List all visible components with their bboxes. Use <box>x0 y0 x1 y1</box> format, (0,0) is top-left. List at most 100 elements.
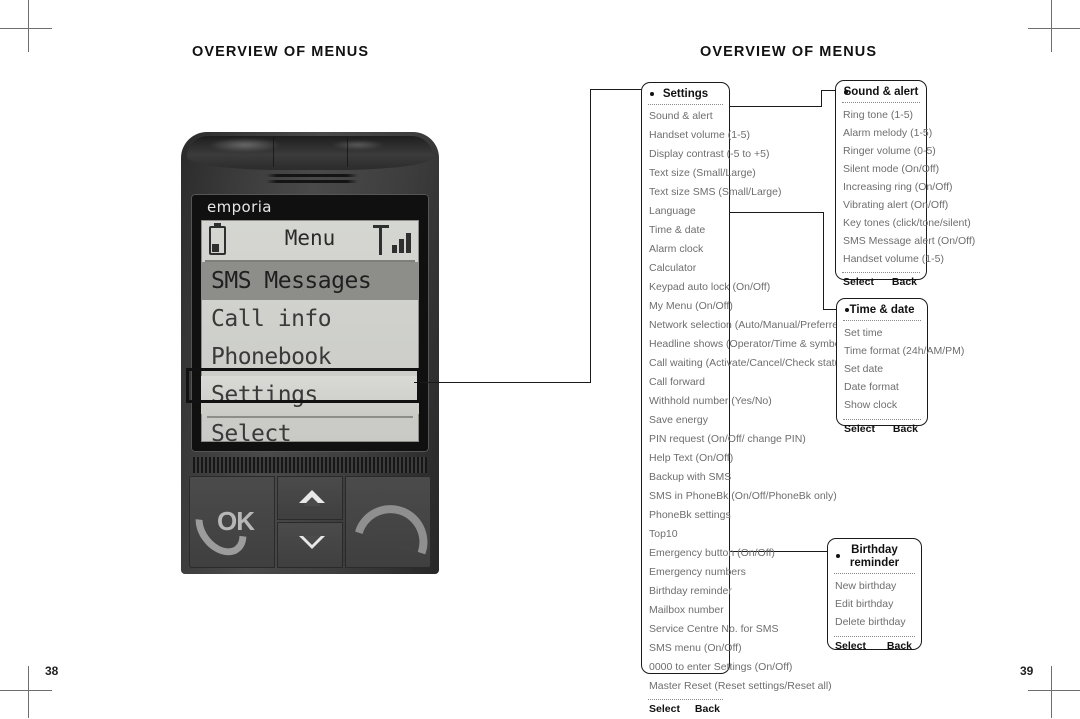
list-item[interactable]: Top10 <box>642 525 729 544</box>
phone-illustration: emporia Menu SMS Messages Call info Phon… <box>181 132 439 574</box>
list-item[interactable]: Call waiting (Activate/Cancel/Check stat… <box>642 354 849 373</box>
back-softkey[interactable]: Back <box>695 703 720 715</box>
signal-strength-icon <box>373 225 413 255</box>
list-item[interactable]: Call forward <box>642 373 729 392</box>
list-item[interactable]: Language <box>642 202 729 221</box>
call-key[interactable]: OK <box>185 476 275 568</box>
birthday-reminder-box-title: Birthday reminder <box>828 539 921 573</box>
ok-key-label: OK <box>217 506 255 536</box>
list-item[interactable]: Service Centre No. for SMS <box>642 620 779 639</box>
list-item[interactable]: Withhold number (Yes/No) <box>642 392 772 411</box>
chevron-down-icon <box>299 536 325 549</box>
screen-menu-item-sms[interactable]: SMS Messages <box>201 262 419 300</box>
list-item[interactable]: My Menu (On/Off) <box>642 297 733 316</box>
list-item[interactable]: Key tones (click/tone/silent) <box>836 214 971 232</box>
back-softkey[interactable]: Back <box>887 640 912 652</box>
list-item[interactable]: Network selection (Auto/Manual/Preferred… <box>642 316 847 335</box>
birthday-item-list: New birthday Edit birthday Delete birthd… <box>828 574 921 633</box>
list-item[interactable]: Emergency numbers <box>642 563 746 582</box>
bullet-icon <box>836 554 840 558</box>
bullet-icon <box>650 91 654 96</box>
select-softkey[interactable]: Select <box>843 276 874 288</box>
list-item[interactable]: Master Reset (Reset settings/Reset all) <box>642 677 832 696</box>
time-date-box-title: Time & date <box>837 299 927 320</box>
list-item[interactable]: Delete birthday <box>828 613 921 631</box>
list-item[interactable]: Birthday reminder <box>642 582 732 601</box>
crop-mark-top-left-h <box>0 28 52 29</box>
end-call-icon <box>354 495 438 555</box>
list-item[interactable]: Increasing ring (On/Off) <box>836 178 953 196</box>
list-item[interactable]: Show clock <box>837 396 927 414</box>
crop-mark-top-right-h <box>1028 28 1080 29</box>
list-item[interactable]: Set time <box>837 324 927 342</box>
list-item[interactable]: Keypad auto lock (On/Off) <box>642 278 770 297</box>
sound-alert-item-list: Ring tone (1-5) Alarm melody (1-5) Ringe… <box>836 103 975 270</box>
select-softkey[interactable]: Select <box>835 640 866 652</box>
birthday-reminder-menu-box: Birthday reminder New birthday Edit birt… <box>827 538 922 652</box>
list-item[interactable]: Text size SMS (Small/Large) <box>642 183 781 202</box>
list-item[interactable]: Silent mode (On/Off) <box>836 160 939 178</box>
select-softkey[interactable]: Select <box>649 703 680 715</box>
phone-top-highlight <box>209 138 281 152</box>
list-item[interactable]: Edit birthday <box>828 595 921 613</box>
sound-alert-box-title: Sound & alert <box>836 81 926 102</box>
chevron-up-icon <box>299 490 325 506</box>
birthday-title-line1: Birthday <box>851 544 898 556</box>
list-item[interactable]: Text size (Small/Large) <box>642 164 756 183</box>
list-item[interactable]: Mailbox number <box>642 601 729 620</box>
speaker-grille <box>193 457 427 473</box>
crop-mark-bottom-left-h <box>0 690 52 691</box>
crop-mark-bottom-left-v <box>28 666 29 718</box>
list-item[interactable]: Sound & alert <box>642 107 729 126</box>
list-item[interactable]: Save energy <box>642 411 729 430</box>
list-item[interactable]: Emergency button (On/Off) <box>642 544 775 563</box>
list-item[interactable]: Headline shows (Operator/Time & symbol) <box>642 335 846 354</box>
settings-item-list: Sound & alert Handset volume (1-5) Displ… <box>642 105 849 696</box>
back-softkey[interactable]: Back <box>893 423 918 435</box>
list-item[interactable]: PIN request (On/Off/ change PIN) <box>642 430 806 449</box>
back-softkey[interactable]: Back <box>892 276 917 288</box>
list-item[interactable]: Handset volume (1-5) <box>836 250 944 268</box>
list-item[interactable]: Backup with SMS <box>642 468 731 487</box>
list-item[interactable]: Ringer volume (0-5) <box>836 142 936 160</box>
connector-time-v <box>823 212 825 310</box>
list-item[interactable]: Date format <box>837 378 927 396</box>
list-item[interactable]: Alarm melody (1-5) <box>836 124 932 142</box>
sound-alert-box-title-text: Sound & alert <box>843 86 919 98</box>
crop-mark-top-right-v <box>1051 0 1052 52</box>
phone-screen: Menu SMS Messages Call info Phonebook Se… <box>201 220 419 447</box>
screen-softkey-select[interactable]: Select <box>201 418 419 447</box>
crop-mark-bottom-right-v <box>1051 666 1052 718</box>
list-item[interactable]: Time format (24h/AM/PM) <box>837 342 964 360</box>
list-item[interactable]: Ring tone (1-5) <box>836 106 926 124</box>
connector-settings-h1 <box>414 382 591 384</box>
screen-menu-item-callinfo[interactable]: Call info <box>201 300 419 338</box>
list-item[interactable]: Help Text (On/Off) <box>642 449 733 468</box>
page-number-right: 39 <box>1020 664 1034 678</box>
time-date-menu-box: Time & date Set time Time format (24h/AM… <box>836 298 964 435</box>
list-item[interactable]: SMS Message alert (On/Off) <box>836 232 975 250</box>
screen-status-bar: Menu <box>201 220 419 260</box>
list-item[interactable]: Alarm clock <box>642 240 729 259</box>
list-item[interactable]: Set date <box>837 360 927 378</box>
end-call-key[interactable] <box>345 476 438 568</box>
list-item[interactable]: New birthday <box>828 577 921 595</box>
settings-box-title-text: Settings <box>662 88 709 100</box>
connector-settings-h2 <box>590 89 645 91</box>
list-item[interactable]: SMS in PhoneBk (On/Off/PhoneBk only) <box>642 487 837 506</box>
list-item[interactable]: Calculator <box>642 259 729 278</box>
list-item[interactable]: Handset volume (1-5) <box>642 126 750 145</box>
list-item[interactable]: Vibrating alert (On/Off) <box>836 196 948 214</box>
phone-seam-left <box>273 137 274 167</box>
list-item[interactable]: 0000 to enter Settings (On/Off) <box>642 658 792 677</box>
earpiece-grille <box>266 174 358 188</box>
list-item[interactable]: PhoneBk settings <box>642 506 731 525</box>
list-item[interactable]: Display contrast (-5 to +5) <box>642 145 770 164</box>
select-softkey[interactable]: Select <box>844 423 875 435</box>
page-title-left: OVERVIEW OF MENUS <box>192 44 370 60</box>
list-item[interactable]: Time & date <box>642 221 729 240</box>
page-title-right: OVERVIEW OF MENUS <box>700 44 878 60</box>
settings-menu-box: Settings Sound & alert Handset volume (1… <box>641 82 849 715</box>
list-item[interactable]: SMS menu (On/Off) <box>642 639 742 658</box>
crop-mark-top-left-v <box>28 0 29 52</box>
